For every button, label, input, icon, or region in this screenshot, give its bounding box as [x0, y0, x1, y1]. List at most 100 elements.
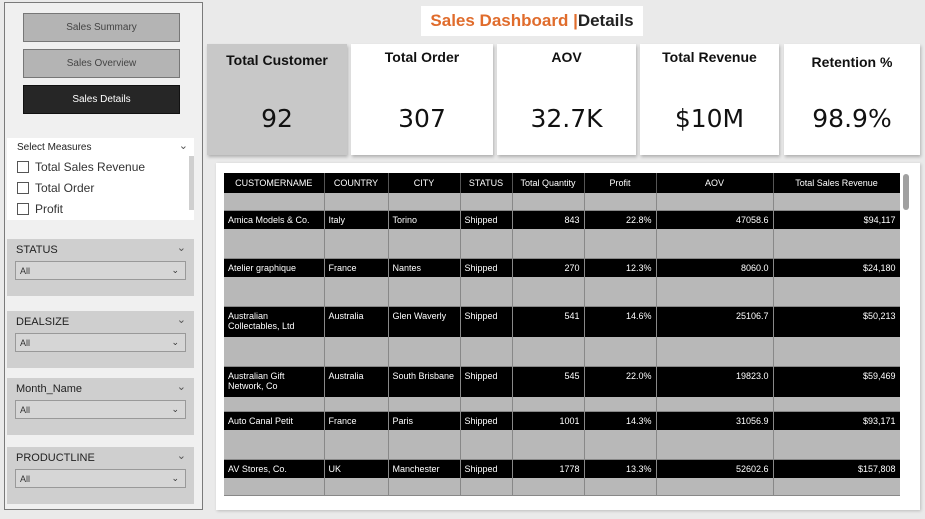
chevron-down-icon: ⌄: [171, 473, 179, 483]
table-cell: 47058.6: [656, 210, 774, 229]
column-header[interactable]: Profit: [584, 173, 657, 193]
slicer-title: Month_Name: [16, 383, 83, 395]
table-cell: $24,180: [773, 258, 900, 277]
table-cell: France: [324, 258, 389, 277]
table-cell: Shipped: [460, 459, 513, 478]
table-cell: Shipped: [460, 258, 513, 277]
table-cell: Shipped: [460, 411, 513, 430]
column-header[interactable]: STATUS: [460, 173, 513, 193]
table-header-row: CUSTOMERNAME COUNTRY CITY STATUS Total Q…: [224, 173, 900, 193]
status-dropdown[interactable]: All ⌄: [15, 261, 186, 280]
nav-sales-overview-button[interactable]: Sales Overview: [23, 49, 180, 78]
kpi-label: Retention %: [811, 54, 893, 70]
table-cell: South Brisbane: [388, 366, 461, 397]
chevron-down-icon[interactable]: ⌄: [179, 139, 188, 152]
table-row[interactable]: Auto Canal Petit France Paris Shipped 10…: [224, 411, 900, 430]
checkbox-icon[interactable]: [17, 182, 29, 194]
scrollbar-thumb[interactable]: [903, 174, 909, 210]
measure-option-label: Profit: [35, 202, 64, 216]
table-cell: 31056.9: [656, 411, 774, 430]
productline-dropdown[interactable]: All ⌄: [15, 469, 186, 488]
table-cell: 22.0%: [584, 366, 657, 397]
table-cell: 8060.0: [656, 258, 774, 277]
table-cell: Glen Waverly: [388, 306, 461, 337]
table-spacer-row: [224, 229, 900, 259]
slicer-title: STATUS: [16, 244, 58, 256]
table-cell: Australia: [324, 366, 389, 397]
table-cell: $157,808: [773, 459, 900, 478]
table-cell: 843: [512, 210, 585, 229]
table-cell: Australian Gift Network, Co: [224, 366, 325, 397]
table-cell: 541: [512, 306, 585, 337]
chevron-down-icon: ⌄: [171, 265, 179, 275]
kpi-label: Total Order: [384, 49, 460, 65]
checkbox-icon[interactable]: [17, 161, 29, 173]
status-slicer: STATUS ⌄ All ⌄: [7, 239, 194, 296]
page-title: Sales Dashboard | Details: [421, 6, 643, 36]
chevron-down-icon[interactable]: ⌄: [177, 313, 186, 326]
kpi-value: $10M: [674, 104, 745, 133]
table-row[interactable]: Atelier graphique France Nantes Shipped …: [224, 258, 900, 277]
table-spacer-row: [224, 430, 900, 460]
table-row[interactable]: Australian Gift Network, Co Australia So…: [224, 366, 900, 397]
measure-option-label: Total Sales Revenue: [35, 160, 146, 174]
dropdown-value: All: [20, 337, 31, 348]
column-header[interactable]: Total Sales Revenue: [773, 173, 900, 193]
column-header[interactable]: Total Quantity: [512, 173, 585, 193]
kpi-card-total-order: Total Order 307: [351, 44, 493, 155]
table-spacer-row: [224, 193, 900, 211]
table-row[interactable]: Amica Models & Co. Italy Torino Shipped …: [224, 210, 900, 229]
details-table-panel: CUSTOMERNAME COUNTRY CITY STATUS Total Q…: [216, 163, 920, 510]
chevron-down-icon: ⌄: [171, 404, 179, 414]
kpi-value: 92: [261, 104, 293, 133]
dealsize-dropdown[interactable]: All ⌄: [15, 333, 186, 352]
dropdown-value: All: [20, 265, 31, 276]
table-cell: 1001: [512, 411, 585, 430]
measure-option-total-sales-revenue[interactable]: Total Sales Revenue: [17, 160, 145, 174]
table-spacer-row: [224, 397, 900, 412]
details-table[interactable]: CUSTOMERNAME COUNTRY CITY STATUS Total Q…: [224, 173, 900, 499]
table-cell: Shipped: [460, 306, 513, 337]
table-cell: Paris: [388, 411, 461, 430]
table-cell: $50,213: [773, 306, 900, 337]
slicer-title: DEALSIZE: [16, 316, 70, 328]
measure-option-label: Total Order: [35, 181, 95, 195]
table-cell: Australian Collectables, Ltd: [224, 306, 325, 337]
table-cell: UK: [324, 459, 389, 478]
table-row[interactable]: Australian Collectables, Ltd Australia G…: [224, 306, 900, 337]
table-cell: Auto Canal Petit: [224, 411, 325, 430]
dropdown-value: All: [20, 404, 31, 415]
nav-sales-summary-button[interactable]: Sales Summary: [23, 13, 180, 42]
table-cell: Manchester: [388, 459, 461, 478]
kpi-label: Total Customer: [226, 52, 328, 68]
table-scrollbar[interactable]: [902, 172, 910, 500]
column-header[interactable]: AOV: [656, 173, 774, 193]
chevron-down-icon[interactable]: ⌄: [177, 449, 186, 462]
column-header[interactable]: CITY: [388, 173, 461, 193]
kpi-value: 32.7K: [530, 104, 603, 133]
table-row[interactable]: AV Stores, Co. UK Manchester Shipped 177…: [224, 459, 900, 478]
table-cell: Australia: [324, 306, 389, 337]
chevron-down-icon[interactable]: ⌄: [177, 241, 186, 254]
column-header[interactable]: COUNTRY: [324, 173, 389, 193]
table-cell: 25106.7: [656, 306, 774, 337]
table-cell: Amica Models & Co.: [224, 210, 325, 229]
nav-sales-details-button[interactable]: Sales Details: [23, 85, 180, 114]
measure-option-total-order[interactable]: Total Order: [17, 181, 94, 195]
chevron-down-icon[interactable]: ⌄: [177, 380, 186, 393]
table-cell: Shipped: [460, 366, 513, 397]
chevron-down-icon: ⌄: [171, 337, 179, 347]
table-cell: $94,117: [773, 210, 900, 229]
kpi-label: Total Revenue: [662, 49, 757, 65]
table-spacer-row: [224, 277, 900, 307]
measure-option-profit[interactable]: Profit: [17, 202, 63, 216]
kpi-card-total-revenue: Total Revenue $10M: [640, 44, 779, 155]
table-cell: 12.3%: [584, 258, 657, 277]
measures-scrollbar[interactable]: [189, 156, 194, 210]
table-cell: 52602.6: [656, 459, 774, 478]
table-cell: 14.3%: [584, 411, 657, 430]
month-name-dropdown[interactable]: All ⌄: [15, 400, 186, 419]
checkbox-icon[interactable]: [17, 203, 29, 215]
column-header[interactable]: CUSTOMERNAME: [224, 173, 325, 193]
title-sub: Details: [577, 11, 634, 30]
